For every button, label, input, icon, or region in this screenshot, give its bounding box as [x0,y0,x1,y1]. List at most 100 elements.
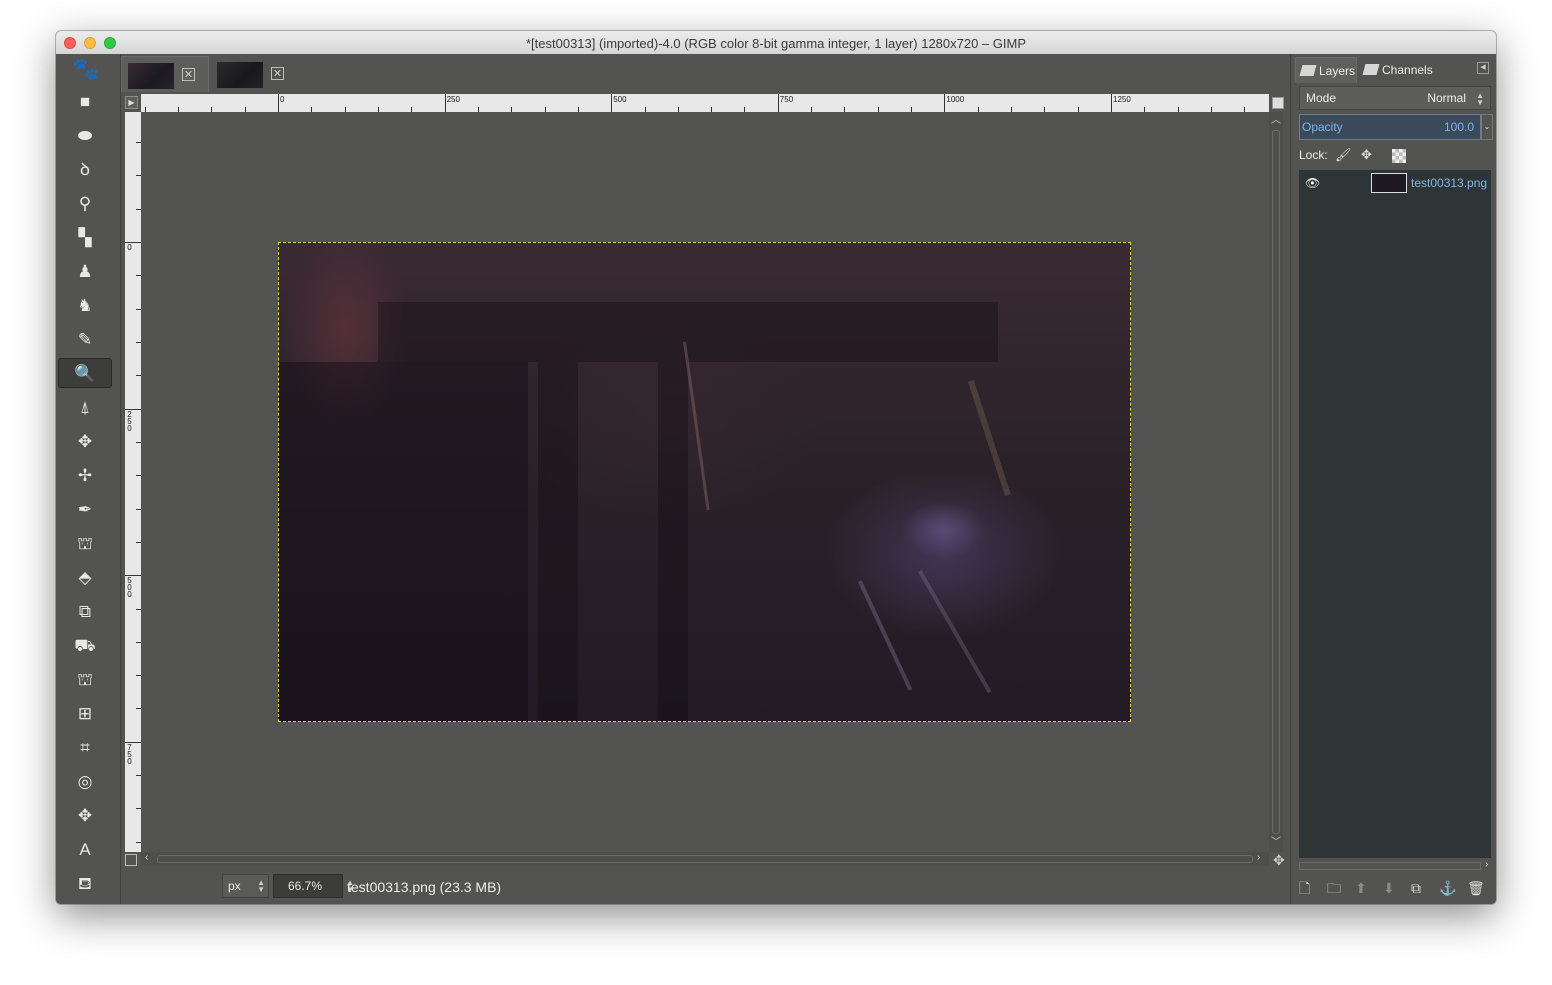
text-tool[interactable]: A [58,834,112,864]
vertical-scrollbar[interactable]: ︿ ﹀ [1269,112,1283,852]
measure-tool[interactable]: ⍋ [58,392,112,422]
status-bar: px ▲ ▼ 66.7% ▲ ▼ test00313.png (23.3 MB) [121,868,1291,904]
wilber-logo-icon: 🐾 [72,56,100,81]
layers-list[interactable]: 👁 test00313.png [1299,170,1491,858]
warp-transform-tool[interactable]: ⌗ [58,732,112,762]
scroll-down-icon[interactable]: ﹀ [1271,838,1281,848]
close-tab-icon[interactable]: ✕ [182,68,195,81]
rotate-tool[interactable]: ⛫ [58,528,112,558]
foreground-select-tool[interactable]: ♟ [58,256,112,286]
layers-icon [1299,65,1317,76]
select-by-color-icon: ▚ [78,227,92,247]
raise-layer-icon[interactable]: ⬆ [1355,881,1367,895]
perspective-icon: ⛟ [74,635,96,655]
select-by-color-tool[interactable]: ▚ [58,222,112,252]
opacity-spin-button[interactable]: ⌄ [1481,114,1493,140]
spiral-tool[interactable]: ◎ [58,766,112,796]
lock-row: Lock: 🖌 ✥ [1299,146,1491,166]
new-layer-icon[interactable]: 🗋 [1299,881,1310,895]
tab-layers[interactable]: Layers [1295,57,1357,83]
horizontal-ruler[interactable]: 0 250 500 750 1000 1250 [141,94,1269,112]
rotate-icon: ⛫ [77,533,93,553]
lock-alpha-icon[interactable] [1392,149,1406,163]
color-picker-tool[interactable]: ✎ [58,324,112,354]
close-tab-icon[interactable]: ✕ [271,67,284,80]
zoom-tool[interactable]: 🔍 [58,358,112,388]
layers-dock: Layers Channels ◀ Mode Normal ▲ ▼ Opacity… [1290,54,1496,904]
toolbox: 🐾 ■ ⬬ ꝺ ⚲ ▚ ♟ ♞ ✎ 🔍 ⍋ ✥ ✢ ✒ ⛫ ⬘ ⧉ ⛟ ⛫ ⊞ ⌗ ◎ ✥ A ⛾ [56,54,120,904]
quick-mask-toggle[interactable] [125,854,137,866]
image-tab-thumbnail [128,63,174,89]
ruler-label: 1250 [1113,95,1131,104]
rect-select-tool[interactable]: ■ [58,86,112,116]
image-menu-button[interactable]: ▶ [125,96,138,109]
zoom-icon: 🔍 [74,363,96,383]
shear-tool[interactable]: ⧉ [58,596,112,626]
tab-channels[interactable]: Channels [1359,57,1437,83]
unit-value: px [228,879,241,893]
align-tool[interactable]: ✢ [58,460,112,490]
fuzzy-select-icon: ⚲ [78,193,92,213]
rect-select-icon: ■ [79,91,91,111]
paths-tool[interactable]: ♞ [58,290,112,320]
unit-selector[interactable]: px ▲ ▼ [222,874,269,898]
ellipse-select-tool[interactable]: ⬬ [58,120,112,150]
duplicate-layer-icon[interactable]: ⧉ [1411,881,1421,895]
unit-spin-icon: ▲ ▼ [257,878,265,894]
flip-tool[interactable]: ⛫ [58,664,112,694]
opacity-value: 100.0 [1443,120,1474,134]
dock-menu-icon[interactable]: ◀ [1477,62,1489,74]
scale-tool[interactable]: ⬘ [58,562,112,592]
new-layer-group-icon[interactable]: 🗀 [1327,881,1341,895]
scroll-right-icon[interactable]: › [1257,853,1260,863]
crop-tool[interactable]: ✒ [58,494,112,524]
move-2-icon: ✥ [77,805,93,825]
lock-position-icon[interactable]: ✥ [1361,147,1372,163]
fuzzy-select-tool[interactable]: ⚲ [58,188,112,218]
lock-pixels-icon[interactable]: 🖌 [1335,147,1352,163]
move-tool-2[interactable]: ✥ [58,800,112,830]
image-canvas[interactable] [141,112,1269,852]
opacity-slider[interactable]: Opacity 100.0 [1299,114,1481,140]
mode-spin-icon: ▲ ▼ [1476,91,1484,107]
scroll-left-icon[interactable]: ‹ [145,853,148,863]
delete-layer-icon[interactable]: 🗑 [1467,881,1485,895]
warp-transform-icon: ⌗ [80,737,90,757]
move-tool[interactable]: ✥ [58,426,112,456]
lower-layer-icon[interactable]: ⬇ [1383,881,1395,895]
layer-row[interactable]: 👁 test00313.png [1299,170,1491,196]
image-window: ✕ ✕ ▶ 0 250 500 750 1000 1250 0 250 500 750 [120,54,1291,904]
layer-name[interactable]: test00313.png [1411,176,1487,190]
horizontal-scrollbar[interactable]: ‹ › [141,852,1269,866]
scale-icon: ⬘ [78,567,92,587]
layers-scrollbar[interactable]: › [1299,860,1495,872]
image-tab-2[interactable]: ✕ [211,56,299,92]
foreground-select-icon: ♟ [77,261,93,281]
zoom-selector[interactable]: 66.7% ▲ ▼ [273,874,354,898]
tab-layers-label: Layers [1319,64,1356,78]
ruler-label: 1000 [946,95,965,104]
anchor-layer-icon[interactable]: ⚓ [1439,881,1456,895]
cage-transform-tool[interactable]: ⊞ [58,698,112,728]
layer-thumbnail [1371,173,1407,193]
perspective-tool[interactable]: ⛟ [58,630,112,660]
bucket-fill-tool[interactable]: ⛾ [58,868,112,898]
opacity-label: Opacity [1302,120,1343,134]
photo-image [278,242,1131,722]
gimp-window: *[test00313] (imported)-4.0 (RGB color 8… [56,31,1496,904]
ruler-label: 250 [446,95,460,104]
channels-icon [1362,64,1380,75]
mode-selector[interactable]: Mode Normal ▲ ▼ [1299,86,1491,110]
scroll-up-icon[interactable]: ︿ [1271,116,1281,126]
visibility-eye-icon[interactable]: 👁 [1305,176,1320,190]
free-select-tool[interactable]: ꝺ [58,154,112,184]
mode-value: Normal [1427,91,1466,105]
ruler-label: 0 [127,243,132,252]
scroll-right-icon[interactable]: › [1485,860,1488,870]
zoom-fit-button[interactable] [1272,97,1284,109]
navigate-icon[interactable]: ✥ [1273,852,1285,869]
text-icon: A [79,839,91,859]
image-tab-1[interactable]: ✕ [121,56,209,92]
ruler-label: 0 [280,95,285,104]
vertical-ruler[interactable]: 0 250 500 750 [125,112,141,852]
